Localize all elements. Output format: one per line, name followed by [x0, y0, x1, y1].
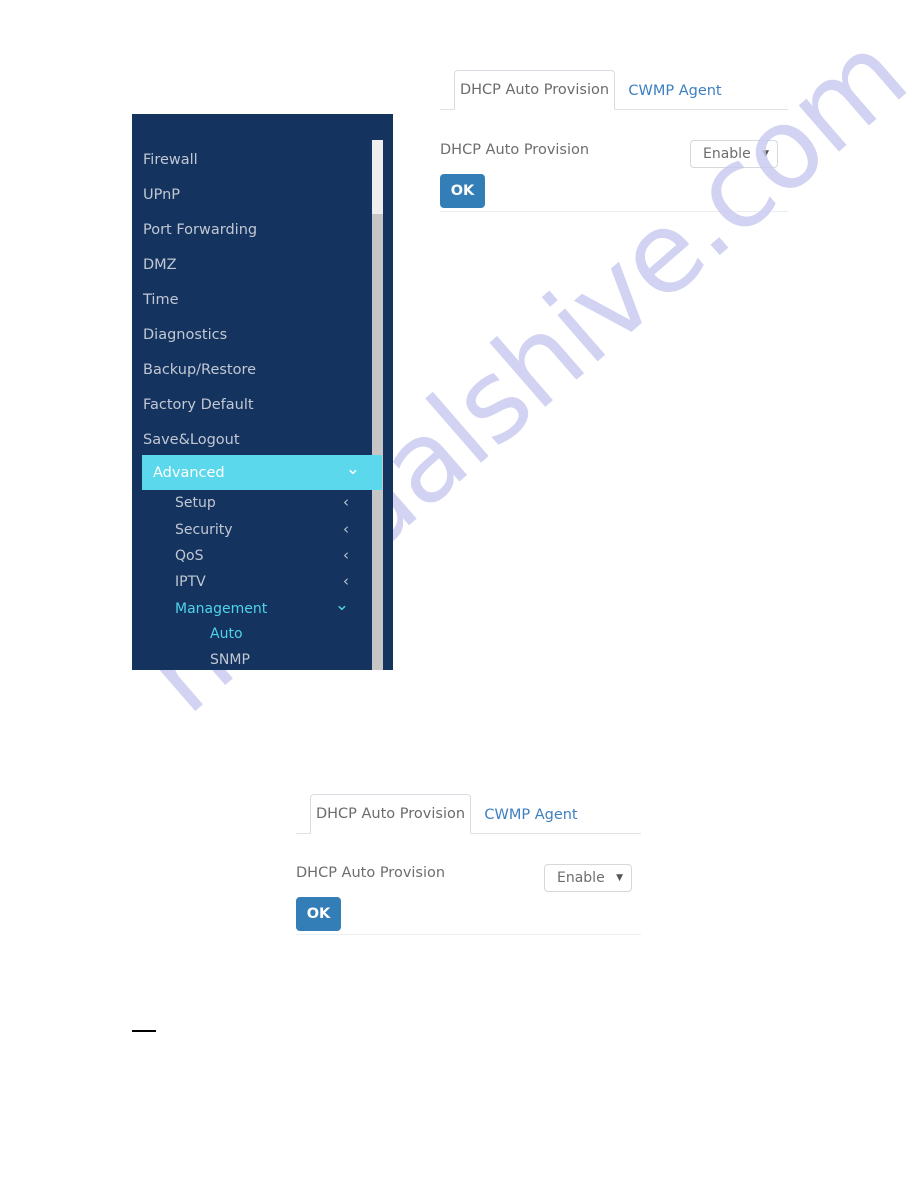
tab-cwmp-agent[interactable]: CWMP Agent	[615, 70, 735, 110]
sidebar-item-label: Firewall	[143, 151, 198, 168]
dhcp-auto-provision-panel-bottom: DHCP Auto Provision CWMP Agent DHCP Auto…	[296, 794, 641, 935]
panel-divider	[296, 934, 641, 935]
footnote-separator	[132, 1030, 156, 1032]
sidebar-item-save-logout[interactable]: Save&Logout	[132, 422, 373, 457]
chevron-down-icon: ⌄	[334, 595, 349, 615]
tab-dhcp-auto-provision[interactable]: DHCP Auto Provision	[454, 70, 615, 110]
chevron-left-icon: ‹	[343, 546, 349, 564]
sidebar-item-label: Backup/Restore	[143, 361, 257, 378]
dhcp-auto-provision-select[interactable]: Enable ▼	[544, 864, 632, 892]
sidebar-item-label: Diagnostics	[143, 326, 228, 343]
sidebar-item-label: Auto	[210, 625, 243, 642]
sidebar-scrollbar-track[interactable]	[372, 140, 383, 670]
ok-button[interactable]: OK	[296, 897, 341, 931]
select-value: Enable	[703, 146, 751, 162]
sidebar-item-upnp[interactable]: UPnP	[132, 177, 373, 212]
sidebar-item-label: DMZ	[143, 256, 177, 273]
tab-dhcp-auto-provision[interactable]: DHCP Auto Provision	[310, 794, 471, 834]
chevron-down-icon: ▼	[616, 872, 623, 883]
sidebar-item-dmz[interactable]: DMZ	[132, 247, 373, 282]
dhcp-auto-provision-label: DHCP Auto Provision	[440, 142, 590, 158]
chevron-left-icon: ‹	[343, 572, 349, 590]
chevron-left-icon: ‹	[343, 493, 349, 511]
sidebar-item-label: Time	[143, 291, 179, 308]
sidebar-item-port-forwarding[interactable]: Port Forwarding	[132, 212, 373, 247]
dhcp-auto-provision-select[interactable]: Enable ▼	[690, 140, 778, 168]
navigation-sidebar: Firewall UPnP Port Forwarding DMZ Time Diagno…	[132, 114, 393, 670]
sidebar-scrollbar-thumb[interactable]	[372, 140, 383, 214]
sidebar-item-firewall[interactable]: Firewall	[132, 142, 373, 177]
sidebar-item-label: Factory Default	[143, 396, 254, 413]
chevron-left-icon: ‹	[343, 520, 349, 538]
sidebar-item-diagnostics[interactable]: Diagnostics	[132, 317, 373, 352]
sidebar-item-snmp[interactable]: SNMP	[132, 642, 373, 670]
sidebar-item-time[interactable]: Time	[132, 282, 373, 317]
sidebar-item-label: Save&Logout	[143, 431, 240, 448]
sidebar-item-factory-default[interactable]: Factory Default	[132, 387, 373, 422]
dhcp-auto-provision-panel-top: DHCP Auto Provision CWMP Agent DHCP Auto…	[440, 70, 788, 212]
sidebar-item-backup-restore[interactable]: Backup/Restore	[132, 352, 373, 387]
sidebar-item-label: SNMP	[210, 651, 250, 668]
tab-cwmp-agent[interactable]: CWMP Agent	[471, 794, 591, 834]
form-row-dhcp-auto-provision: DHCP Auto Provision	[440, 142, 589, 158]
chevron-down-icon: ▼	[762, 148, 769, 159]
dhcp-auto-provision-label: DHCP Auto Provision	[296, 865, 446, 881]
form-row-dhcp-auto-provision: DHCP Auto Provision	[296, 865, 445, 881]
sidebar-item-label: UPnP	[143, 186, 181, 203]
sidebar-item-label: Port Forwarding	[143, 221, 258, 238]
tabbar-top: DHCP Auto Provision CWMP Agent	[440, 70, 788, 110]
panel-divider	[440, 211, 788, 212]
ok-button[interactable]: OK	[440, 174, 485, 208]
tabbar-bottom: DHCP Auto Provision CWMP Agent	[296, 794, 641, 834]
select-value: Enable	[557, 870, 605, 886]
chevron-down-icon: ⌄	[345, 459, 360, 479]
